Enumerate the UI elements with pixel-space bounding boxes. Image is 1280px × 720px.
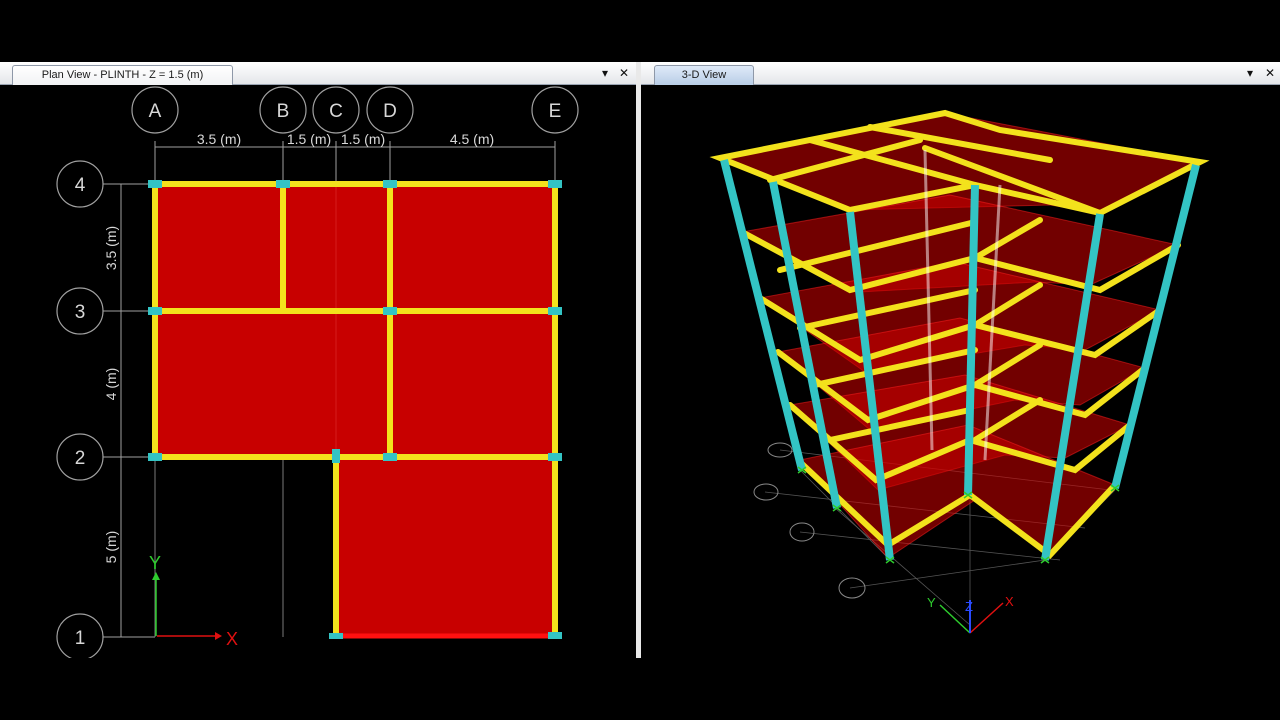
tab-3d-view[interactable]: 3-D View — [654, 65, 754, 85]
3d-axis-indicator: X Y Z — [927, 594, 1014, 634]
dim-4-3: 3.5 (m) — [103, 226, 119, 270]
close-icon[interactable]: ✕ — [1265, 66, 1275, 80]
grid-label-b: B — [277, 101, 290, 122]
slab-upper[interactable] — [155, 184, 555, 457]
3d-view-canvas[interactable]: X Y Z — [641, 85, 1280, 658]
plan-axis-indicator: X Y — [149, 553, 238, 649]
dim-3-2: 4 (m) — [103, 368, 119, 401]
dim-a-b: 3.5 (m) — [197, 131, 241, 147]
grid-label-d: D — [383, 101, 397, 122]
grid-label-a: A — [149, 101, 162, 122]
tab-plan-view[interactable]: Plan View - PLINTH - Z = 1.5 (m) — [12, 65, 233, 85]
3d-x-axis-label: X — [1005, 594, 1014, 609]
3d-y-axis-label: Y — [927, 595, 936, 610]
dim-c-d: 1.5 (m) — [341, 131, 385, 147]
3d-z-axis-label: Z — [965, 599, 973, 614]
grid-label-4: 4 — [75, 175, 86, 196]
dim-2-1: 5 (m) — [103, 531, 119, 564]
caret-down-icon[interactable]: ▾ — [602, 66, 608, 80]
grid-label-1: 1 — [75, 628, 86, 649]
3d-view-window[interactable]: 3-D View ▾ ✕ X Y Z — [641, 62, 1280, 658]
plan-x-axis-label: X — [226, 629, 238, 649]
dim-d-e: 4.5 (m) — [450, 131, 494, 147]
grid-label-2: 2 — [75, 448, 86, 469]
plan-view-window[interactable]: Plan View - PLINTH - Z = 1.5 (m) ▾ ✕ A B… — [0, 62, 636, 658]
slab-lower[interactable] — [336, 457, 555, 637]
plan-view-tabstrip: Plan View - PLINTH - Z = 1.5 (m) ▾ ✕ — [0, 62, 636, 85]
close-icon[interactable]: ✕ — [619, 66, 629, 80]
grid-label-3: 3 — [75, 302, 86, 323]
3d-view-tabstrip: 3-D View ▾ ✕ — [641, 62, 1280, 85]
slab-group — [155, 184, 555, 637]
grid-label-e: E — [549, 101, 562, 122]
grid-label-c: C — [329, 101, 343, 122]
dim-b-c: 1.5 (m) — [287, 131, 331, 147]
plan-view-canvas[interactable]: A B C D E 4 3 2 1 3.5 (m) 1.5 (m) 1.5 (m… — [0, 85, 636, 658]
caret-down-icon[interactable]: ▾ — [1247, 66, 1253, 80]
plan-y-axis-label: Y — [149, 553, 161, 573]
